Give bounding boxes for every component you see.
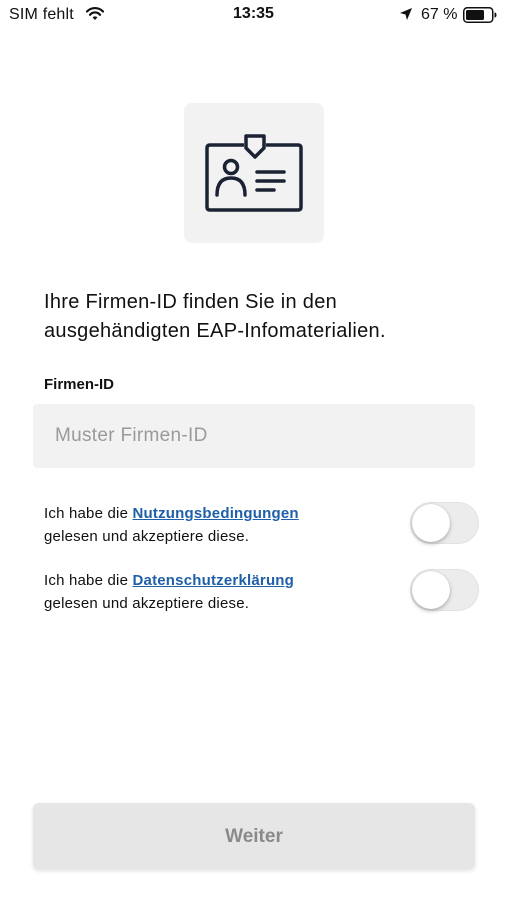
- battery-icon: [463, 7, 497, 23]
- privacy-consent-prefix: Ich habe die: [44, 572, 133, 589]
- id-card-tile: [184, 103, 324, 243]
- continue-button[interactable]: Weiter: [33, 803, 475, 869]
- privacy-policy-link[interactable]: Datenschutzerklärung: [133, 572, 295, 589]
- privacy-consent-text: Ich habe die Datenschutzerklärung gelese…: [44, 569, 394, 615]
- terms-of-use-link[interactable]: Nutzungsbedingungen: [133, 505, 299, 522]
- privacy-consent-suffix: gelesen und akzeptiere diese.: [44, 595, 250, 612]
- terms-consent-suffix: gelesen und akzeptiere diese.: [44, 528, 250, 545]
- toggle-knob: [412, 504, 450, 542]
- company-id-screen: SIM fehlt 13:35 67 % Ihre Firmen-ID find…: [0, 0, 507, 900]
- terms-consent-row: Ich habe die Nutzungsbedingungen gelesen…: [44, 502, 484, 552]
- terms-consent-text: Ich habe die Nutzungsbedingungen gelesen…: [44, 502, 394, 548]
- location-arrow-icon: [400, 8, 412, 20]
- intro-text: Ihre Firmen-ID finden Sie in den ausgehä…: [44, 291, 386, 342]
- privacy-consent-toggle[interactable]: [410, 569, 479, 611]
- status-bar: SIM fehlt 13:35 67 %: [0, 0, 507, 30]
- toggle-knob: [412, 571, 450, 609]
- privacy-consent-row: Ich habe die Datenschutzerklärung gelese…: [44, 569, 484, 619]
- id-card-icon: [205, 134, 303, 212]
- terms-consent-toggle[interactable]: [410, 502, 479, 544]
- terms-consent-prefix: Ich habe die: [44, 505, 133, 522]
- battery-percent: 67 %: [421, 6, 458, 23]
- company-id-input[interactable]: [33, 404, 475, 468]
- company-id-label: Firmen-ID: [44, 376, 115, 393]
